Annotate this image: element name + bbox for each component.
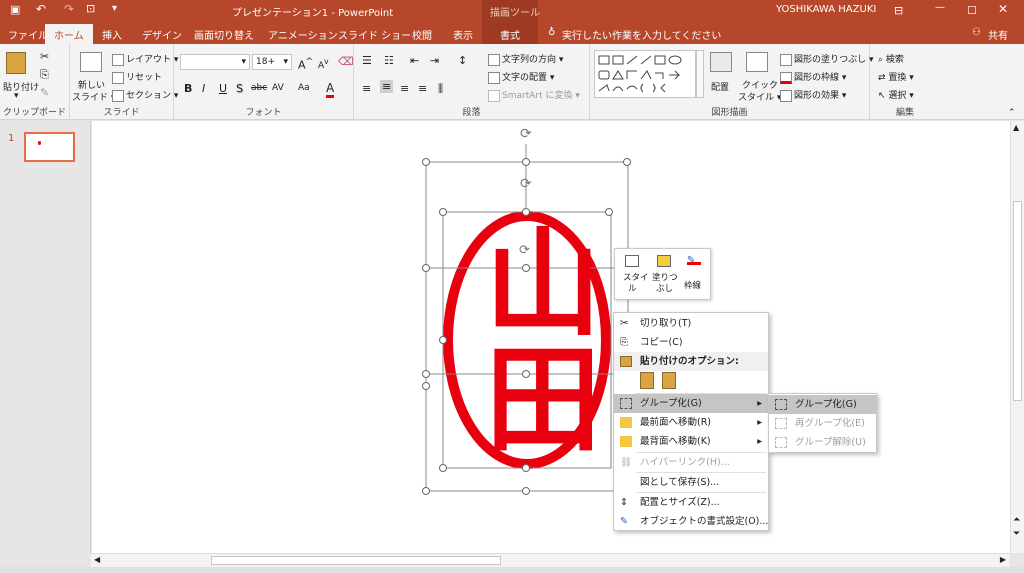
mini-outline-button[interactable]: ✎ 枠線 xyxy=(681,251,709,299)
mini-fill-label2: ぶし xyxy=(656,284,674,294)
menu-item-format-object-label: オブジェクトの書式設定(O)... xyxy=(640,516,769,527)
menu-item-hyperlink[interactable]: ⛓ ハイパーリンク(H)... xyxy=(614,453,768,472)
size-position-icon: ⇕ xyxy=(620,497,628,508)
menu-item-send-back[interactable]: 最背面へ移動(K) ▸ xyxy=(614,432,768,451)
rotate-handle-inner-icon[interactable]: ⟳ xyxy=(520,176,532,192)
menu-item-copy-label: コピー(C) xyxy=(640,337,683,348)
bring-to-front-icon xyxy=(620,417,632,428)
vertical-scrollbar[interactable]: ▲ ⏶ ⏷ xyxy=(1010,121,1024,553)
cut-icon: ✂ xyxy=(620,318,629,329)
resize-handle[interactable] xyxy=(522,158,530,166)
menu-item-group-label: グループ化(G) xyxy=(640,398,702,409)
menu-item-bring-front[interactable]: 最前面へ移動(R) ▸ xyxy=(614,413,768,432)
resize-handle[interactable] xyxy=(522,487,530,495)
ungroup-icon xyxy=(775,437,787,448)
submenu-item-group[interactable]: グループ化(G) xyxy=(769,395,876,414)
group-submenu: グループ化(G) 再グループ化(E) グループ解除(U) xyxy=(768,393,877,453)
menu-item-cut[interactable]: ✂ 切り取り(T) xyxy=(614,314,768,333)
context-menu: ✂ 切り取り(T) ⎘ コピー(C) 貼り付けのオプション: グループ化(G) ▸ 最… xyxy=(613,312,769,531)
style-icon xyxy=(625,255,639,267)
hyperlink-icon: ⛓ xyxy=(620,457,633,468)
submenu-item-regroup[interactable]: 再グループ化(E) xyxy=(769,414,876,433)
resize-handle[interactable] xyxy=(605,208,613,216)
next-slide-icon[interactable]: ⏷ xyxy=(1013,529,1020,539)
menu-item-hyperlink-label: ハイパーリンク(H)... xyxy=(640,457,730,468)
submenu-arrow-icon: ▸ xyxy=(757,398,762,409)
mini-fill-button[interactable]: 塗りつ ぶし xyxy=(649,251,679,299)
menu-item-copy[interactable]: ⎘ コピー(C) xyxy=(614,333,768,352)
horizontal-scrollbar[interactable]: ◀ ▶ xyxy=(91,553,1010,567)
rotate-handle-text-icon[interactable]: ⟳ xyxy=(519,243,530,258)
vertical-scroll-thumb[interactable] xyxy=(1013,201,1022,401)
group-icon xyxy=(775,399,787,410)
resize-handle[interactable] xyxy=(522,464,530,472)
submenu-item-regroup-label: 再グループ化(E) xyxy=(795,418,865,429)
menu-item-cut-label: 切り取り(T) xyxy=(640,318,692,329)
resize-handle[interactable] xyxy=(422,370,430,378)
send-to-back-icon xyxy=(620,436,632,447)
paste-keep-source-icon[interactable] xyxy=(640,372,654,389)
mini-style-button[interactable]: スタイ ル xyxy=(619,251,649,299)
menu-item-group[interactable]: グループ化(G) ▸ xyxy=(614,394,768,413)
scroll-left-icon[interactable]: ◀ xyxy=(94,555,100,564)
scroll-up-icon[interactable]: ▲ xyxy=(1013,123,1019,132)
prev-slide-icon[interactable]: ⏶ xyxy=(1013,515,1020,525)
status-bar xyxy=(0,567,1024,573)
paste-options-header: 貼り付けのオプション: xyxy=(614,352,768,371)
group-icon xyxy=(620,398,632,409)
pen-outline-icon: ✎ xyxy=(687,255,701,266)
horizontal-scroll-thumb[interactable] xyxy=(211,556,501,565)
resize-handle[interactable] xyxy=(422,158,430,166)
scroll-right-icon[interactable]: ▶ xyxy=(1000,555,1006,564)
resize-handle[interactable] xyxy=(522,264,530,272)
paste-options-label: 貼り付けのオプション: xyxy=(640,356,739,367)
menu-item-size-position-label: 配置とサイズ(Z)... xyxy=(640,497,720,508)
paste-as-picture-icon[interactable] xyxy=(662,372,676,389)
mini-toolbar: スタイ ル 塗りつ ぶし ✎ 枠線 xyxy=(614,248,711,300)
resize-handle[interactable] xyxy=(422,487,430,495)
resize-handle[interactable] xyxy=(422,382,430,390)
menu-item-send-back-label: 最背面へ移動(K) xyxy=(640,436,711,447)
resize-handle[interactable] xyxy=(439,336,447,344)
regroup-icon xyxy=(775,418,787,429)
resize-handle[interactable] xyxy=(522,208,530,216)
menu-item-size-position[interactable]: ⇕ 配置とサイズ(Z)... xyxy=(614,493,768,512)
submenu-item-ungroup-label: グループ解除(U) xyxy=(795,437,866,448)
mini-style-label2: ル xyxy=(628,284,637,294)
submenu-arrow-icon: ▸ xyxy=(757,436,762,447)
resize-handle[interactable] xyxy=(623,158,631,166)
menu-item-format-object[interactable]: ✎ オブジェクトの書式設定(O)... xyxy=(614,512,768,531)
menu-item-save-as-picture-label: 図として保存(S)... xyxy=(640,477,720,488)
rotate-handle-outer-icon[interactable]: ⟳ xyxy=(520,126,532,142)
format-object-icon: ✎ xyxy=(620,516,628,527)
menu-item-save-as-picture[interactable]: 図として保存(S)... xyxy=(614,473,768,492)
menu-item-bring-front-label: 最前面へ移動(R) xyxy=(640,417,712,428)
resize-handle[interactable] xyxy=(522,370,530,378)
resize-handle[interactable] xyxy=(422,264,430,272)
resize-handle[interactable] xyxy=(439,208,447,216)
submenu-arrow-icon: ▸ xyxy=(757,417,762,428)
submenu-item-ungroup[interactable]: グループ解除(U) xyxy=(769,433,876,452)
copy-icon: ⎘ xyxy=(620,337,628,348)
mini-outline-label: 枠線 xyxy=(684,281,702,291)
fill-bucket-icon xyxy=(657,255,671,267)
paste-icon xyxy=(620,356,632,367)
resize-handle[interactable] xyxy=(439,464,447,472)
submenu-item-group-label: グループ化(G) xyxy=(795,399,857,410)
